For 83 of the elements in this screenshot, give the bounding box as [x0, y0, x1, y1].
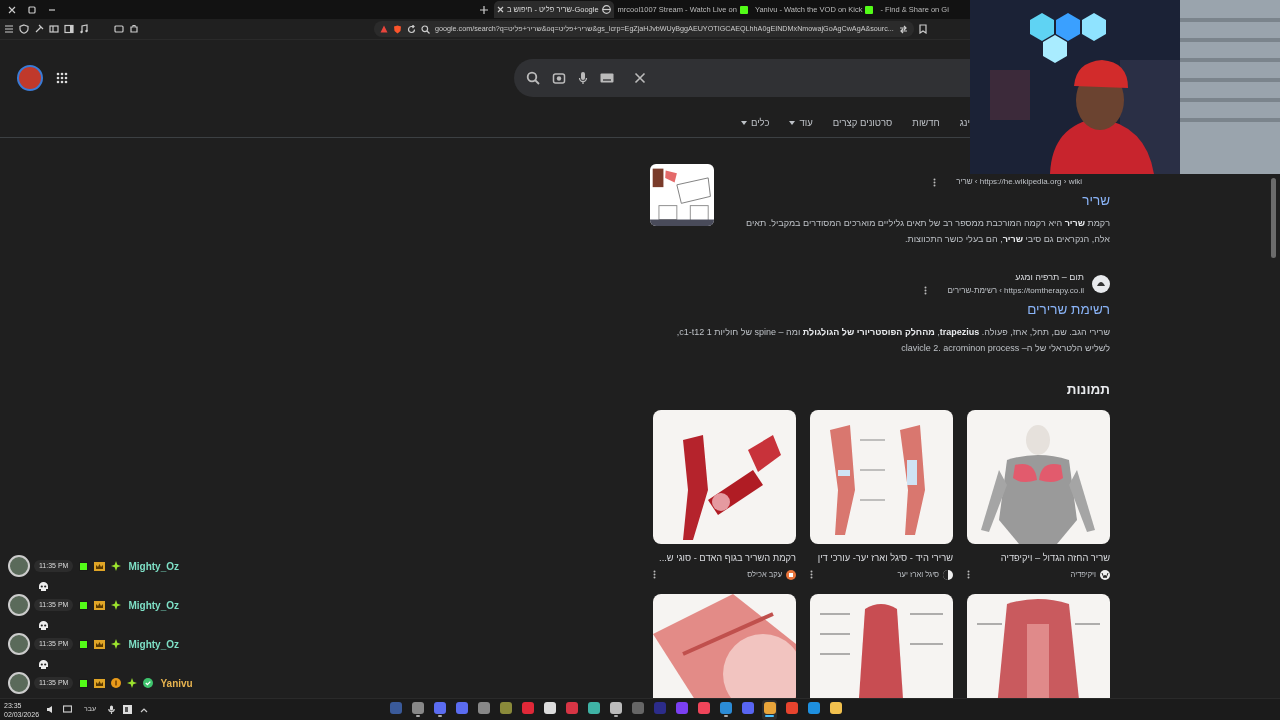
site-logo-icon — [786, 569, 796, 580]
more-icon[interactable] — [967, 570, 970, 580]
username[interactable]: Mighty_Oz — [128, 558, 179, 574]
crown-icon — [94, 561, 106, 571]
close-icon[interactable] — [8, 5, 16, 14]
logo-icon — [79, 561, 89, 571]
search-icon[interactable] — [421, 24, 430, 34]
more-icon[interactable] — [933, 177, 937, 187]
user-avatar — [8, 672, 30, 694]
coin-icon — [111, 678, 122, 688]
result-snippet: רקמת שריר היא רקמה המורכבת ממספר רב של תאים גליליים מוארכים המסודרים במקביל. תאים אלה, הנקראים גם סיבי שריר, הם בעלי כושר התכווצות. — [745, 217, 1110, 247]
site-logo-icon — [1100, 569, 1110, 580]
site-logo-icon — [943, 569, 953, 580]
logo-icon — [79, 678, 89, 688]
nav-tab[interactable]: כלים — [740, 116, 770, 131]
skull-icon — [38, 581, 49, 592]
username[interactable]: Mighty_Oz — [128, 636, 179, 652]
result-title-link[interactable]: רשימת שרירים — [650, 299, 1110, 320]
more-icon[interactable] — [810, 570, 813, 580]
close-icon[interactable] — [497, 6, 504, 13]
skull-icon — [38, 620, 49, 631]
sparkle-icon — [111, 561, 122, 571]
nav-tab[interactable]: חדשות — [912, 116, 940, 131]
crown-icon — [94, 639, 106, 649]
nav-tab[interactable]: עוד — [789, 116, 813, 131]
search-icon[interactable] — [526, 71, 540, 85]
mic-icon[interactable] — [578, 71, 588, 85]
scrollbar[interactable] — [1271, 178, 1276, 258]
sparkle-icon — [127, 678, 138, 688]
keyboard-icon[interactable] — [600, 73, 614, 83]
skull-icon — [38, 659, 49, 670]
more-icon[interactable] — [653, 570, 656, 580]
mic-icon[interactable] — [108, 705, 115, 714]
music-icon[interactable] — [79, 24, 89, 34]
sparkle-icon — [111, 600, 122, 610]
user-avatar — [8, 633, 30, 655]
speaker-icon[interactable] — [46, 705, 55, 714]
menu-icon[interactable] — [4, 24, 14, 34]
nav-tab[interactable]: ינג — [959, 116, 970, 131]
app-icon[interactable] — [762, 699, 777, 720]
logo-icon — [739, 5, 748, 14]
user-avatar — [8, 555, 30, 577]
app-icon[interactable] — [123, 705, 132, 714]
apps-grid-icon[interactable] — [56, 72, 68, 84]
close-icon[interactable] — [634, 72, 646, 84]
logo-icon — [865, 5, 874, 14]
monitor-icon[interactable] — [63, 705, 72, 714]
logo-icon — [79, 639, 89, 649]
image-caption[interactable]: שריר החזה הגדול – ויקיפדיה — [967, 552, 1110, 567]
reload-icon[interactable] — [407, 24, 416, 34]
panel-icon[interactable] — [49, 24, 59, 34]
pin-icon[interactable] — [34, 24, 44, 34]
section-heading: תמונות — [1065, 381, 1110, 399]
result-title-link[interactable]: שריר — [738, 191, 1110, 212]
result-url[interactable]: https://he.wikipedia.org › wiki › שריר — [956, 176, 1082, 188]
sparkle-icon — [111, 639, 122, 649]
warning-icon[interactable] — [380, 25, 388, 33]
more-icon[interactable] — [924, 286, 928, 296]
window-icon[interactable] — [114, 24, 124, 34]
result-url[interactable]: https://tomtherapy.co.il › רשימת-שרירים — [947, 284, 1084, 297]
avatar[interactable] — [17, 65, 43, 91]
username[interactable]: Mighty_Oz — [128, 597, 179, 613]
caret-up-icon[interactable] — [140, 706, 148, 713]
nav-tab[interactable]: סרטונים קצרים — [832, 116, 893, 131]
crown-icon — [94, 600, 106, 610]
user-avatar — [8, 594, 30, 616]
bookmark-icon[interactable] — [919, 24, 927, 34]
shield-icon[interactable] — [19, 24, 29, 34]
globe-icon — [601, 5, 611, 14]
camera-icon[interactable] — [552, 71, 566, 85]
username[interactable]: Yanivu — [160, 675, 193, 691]
image-caption[interactable]: רקמת השריר בגוף האדם - סוגי ש... — [653, 552, 796, 567]
app-icon[interactable] — [608, 699, 623, 720]
sidebar-icon[interactable] — [64, 24, 74, 34]
crown-icon — [94, 678, 106, 688]
check-badge-icon — [143, 678, 154, 688]
site-name: תום – תרפיה ומגע — [1014, 271, 1084, 285]
share-icon[interactable] — [899, 24, 908, 34]
new-tab-icon[interactable] — [480, 5, 488, 14]
site-logo-icon — [1092, 275, 1110, 293]
logo-icon — [79, 600, 89, 610]
restore-icon[interactable] — [28, 5, 36, 14]
image-caption[interactable]: שרירי היד - סיגל וארז יער- עורכי דין — [810, 552, 953, 567]
